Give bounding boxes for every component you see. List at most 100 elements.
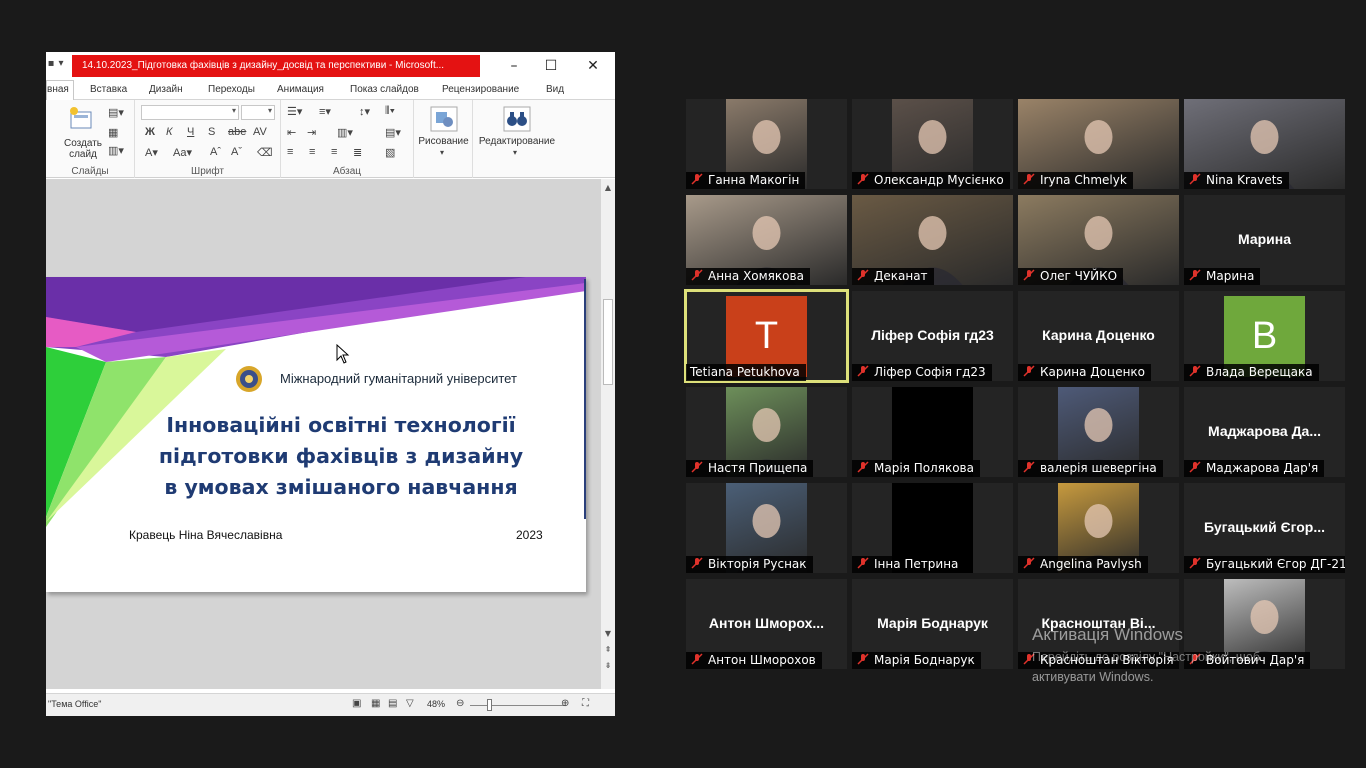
tab-home[interactable]: вная — [46, 80, 74, 100]
participant-tile[interactable]: Вікторія Руснак — [686, 483, 847, 573]
underline-icon[interactable]: Ч — [187, 126, 194, 138]
minimize-button[interactable]: – — [496, 56, 532, 76]
participant-tile[interactable]: Бугацький Єгор... Бугацький Єгор ДГ-21 — [1184, 483, 1345, 573]
quick-access-toolbar[interactable]: ▪ ▾ — [46, 58, 72, 74]
shrink-font-icon[interactable]: Aˇ — [231, 146, 242, 158]
line-spacing-icon[interactable]: ↕▾ — [359, 105, 370, 118]
align-right-icon[interactable]: ≡ — [331, 146, 337, 158]
participant-tile[interactable]: Деканат — [852, 195, 1013, 285]
drawing-icon[interactable] — [430, 106, 458, 132]
change-case-icon[interactable]: Aa▾ — [173, 146, 192, 159]
drawing-dropdown-icon[interactable]: ▾ — [440, 148, 444, 157]
align-left-icon[interactable]: ≡ — [287, 146, 293, 158]
participant-name: Анна Хомякова — [708, 269, 804, 283]
university-logo — [236, 366, 262, 392]
section-icon[interactable]: ▥▾ — [108, 144, 124, 157]
slideshow-icon[interactable]: ▽ — [406, 698, 414, 709]
ribbon-tabs: вная Вставка Дизайн Переходы Анимация По… — [46, 80, 615, 124]
vertical-scrollbar[interactable]: ▲ ▼ ⇞ ⇟ — [601, 179, 615, 689]
participant-tile[interactable]: валерія шевергіна — [1018, 387, 1179, 477]
tab-review[interactable]: Рецензирование — [442, 84, 519, 95]
layout-icon[interactable]: ▤▾ — [108, 106, 124, 119]
tab-design[interactable]: Дизайн — [149, 84, 183, 95]
maximize-button[interactable]: ☐ — [533, 56, 569, 76]
numbering-icon[interactable]: ≡▾ — [319, 105, 331, 118]
clear-format-icon[interactable]: ⌫ — [257, 146, 273, 159]
participant-tile[interactable]: Angelina Pavlysh — [1018, 483, 1179, 573]
decrease-indent-icon[interactable]: ⇤ — [287, 126, 296, 139]
font-color-icon[interactable]: A▾ — [145, 146, 158, 159]
participant-tile[interactable]: Iryna Chmelyk — [1018, 99, 1179, 189]
participant-tile[interactable]: T Tetiana Petukhova — [684, 289, 849, 383]
participant-tile[interactable]: Карина Доценко Карина Доценко — [1018, 291, 1179, 381]
justify-icon[interactable]: ≣ — [353, 146, 362, 159]
participant-tile[interactable]: Настя Прищепа — [686, 387, 847, 477]
smartart-icon[interactable]: ▧ — [385, 146, 395, 159]
participant-tile[interactable]: Марія Полякова — [852, 387, 1013, 477]
font-family-select[interactable]: ▾ — [141, 105, 239, 120]
new-slide-icon[interactable] — [68, 106, 94, 132]
muted-mic-icon — [857, 365, 869, 377]
text-direction-icon[interactable]: ⫴▾ — [385, 105, 395, 118]
slide-sorter-icon[interactable]: ▦ — [371, 698, 380, 709]
scroll-thumb[interactable] — [603, 299, 613, 385]
align-text-icon[interactable]: ▤▾ — [385, 126, 401, 139]
tab-view[interactable]: Вид — [546, 84, 564, 95]
reading-view-icon[interactable]: ▤ — [388, 698, 397, 709]
increase-indent-icon[interactable]: ⇥ — [307, 126, 316, 139]
bullets-icon[interactable]: ☰▾ — [287, 105, 302, 118]
tab-slideshow[interactable]: Показ слайдов — [350, 84, 419, 95]
zoom-out-icon[interactable]: ⊖ — [456, 698, 464, 709]
drawing-button[interactable]: Рисование — [414, 136, 473, 147]
participant-tile[interactable]: Олег ЧУЙКО — [1018, 195, 1179, 285]
close-button[interactable]: ✕ — [575, 56, 611, 76]
scroll-up-icon[interactable]: ▲ — [601, 183, 615, 192]
participant-tile[interactable]: Маджарова Да... Маджарова Дар'я — [1184, 387, 1345, 477]
participant-tile[interactable]: Антон Шморох... Антон Шморохов — [686, 579, 847, 669]
editing-dropdown-icon[interactable]: ▾ — [513, 148, 517, 157]
participant-tile[interactable]: Марія Боднарук Марія Боднарук — [852, 579, 1013, 669]
zoom-slider[interactable] — [470, 705, 566, 706]
scroll-down-icon[interactable]: ▼ — [601, 629, 615, 638]
normal-view-icon[interactable]: ▣ — [352, 698, 361, 709]
muted-mic-icon — [691, 557, 703, 569]
binoculars-icon[interactable] — [503, 106, 531, 132]
participant-tile[interactable]: Олександр Мусієнко — [852, 99, 1013, 189]
prev-slide-icon[interactable]: ⇞ — [601, 645, 615, 654]
next-slide-icon[interactable]: ⇟ — [601, 661, 615, 670]
participant-tile[interactable]: B Влада Верещака — [1184, 291, 1345, 381]
tab-insert[interactable]: Вставка — [90, 84, 127, 95]
participant-tile[interactable]: Марина Марина — [1184, 195, 1345, 285]
participant-tile[interactable]: Ганна Макогін — [686, 99, 847, 189]
slide-year: 2023 — [516, 528, 543, 542]
muted-mic-icon — [691, 653, 703, 665]
grow-font-icon[interactable]: Aˆ — [210, 146, 221, 158]
participant-tile[interactable]: Інна Петрина — [852, 483, 1013, 573]
qat-icon[interactable]: ▪ — [46, 58, 56, 69]
participant-tile[interactable]: Ліфер Софія гд23 Ліфер Софія гд23 — [852, 291, 1013, 381]
editing-button[interactable]: Редактирование — [473, 136, 561, 147]
align-center-icon[interactable]: ≡ — [309, 146, 315, 158]
tab-animations[interactable]: Анимация — [277, 84, 324, 95]
participant-tile[interactable]: Nina Kravets — [1184, 99, 1345, 189]
zoom-slider-thumb[interactable] — [487, 699, 492, 711]
strikethrough-icon[interactable]: abe — [228, 126, 246, 138]
participant-display-name: Марина — [1237, 231, 1292, 247]
shadow-icon[interactable]: S — [208, 126, 215, 138]
qat-dropdown-icon[interactable]: ▾ — [56, 58, 66, 69]
reset-icon[interactable]: ▦ — [108, 126, 118, 139]
columns-icon[interactable]: ▥▾ — [337, 126, 353, 139]
slide[interactable]: Міжнародний гуманітарний університет Інн… — [46, 277, 586, 592]
participant-tile[interactable]: Анна Хомякова — [686, 195, 847, 285]
fit-to-window-icon[interactable]: ⛶ — [582, 698, 589, 709]
spacing-icon[interactable]: AV — [253, 126, 267, 138]
new-slide-button[interactable]: Создать слайд — [58, 138, 108, 160]
tab-transitions[interactable]: Переходы — [208, 84, 255, 95]
group-drawing[interactable]: Рисование ▾ — [414, 100, 473, 178]
zoom-in-icon[interactable]: ⊕ — [561, 698, 569, 709]
bold-icon[interactable]: Ж — [145, 126, 155, 138]
font-size-select[interactable]: ▾ — [241, 105, 275, 120]
zoom-level[interactable]: 48% — [427, 699, 445, 709]
italic-icon[interactable]: К — [166, 126, 172, 138]
group-editing[interactable]: Редактирование ▾ — [473, 100, 561, 178]
